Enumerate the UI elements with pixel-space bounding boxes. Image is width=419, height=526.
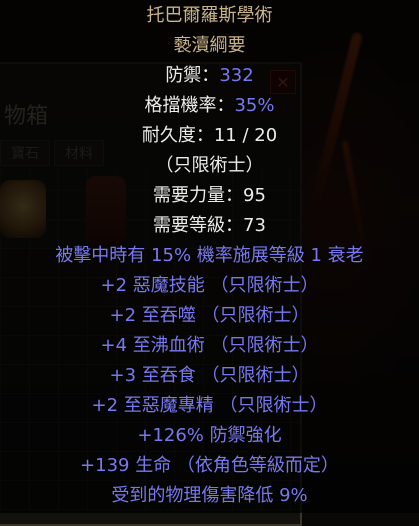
durability-stat: 耐久度：11 / 20	[141, 125, 278, 146]
affix-line: +126% 防禦強化	[137, 425, 282, 446]
block-stat: 格擋機率：35%	[0, 94, 419, 118]
item-tooltip: 托巴爾羅斯學術 褻瀆綱要 防禦：332 格擋機率：35% 耐久度：11 / 20…	[0, 0, 419, 513]
affix-line: +139 生命 （依角色等級而定）	[80, 455, 339, 476]
defense-value: 332	[219, 65, 254, 86]
item-name: 托巴爾羅斯學術	[146, 5, 273, 26]
required-strength: 需要力量：95	[153, 185, 266, 206]
required-level: 需要等級：73	[153, 215, 266, 236]
block-value: 35%	[234, 95, 275, 116]
defense-label: 防禦：	[165, 65, 220, 86]
affix-line: +2 至惡魔專精 （只限術士）	[91, 395, 328, 416]
affix-line: 被擊中時有 15% 機率施展等級 1 衰老	[55, 245, 364, 266]
affix-line: 受到的物理傷害降低 9%	[111, 485, 308, 506]
item-base-type: 褻瀆綱要	[173, 35, 246, 56]
affix-line: +2 至吞噬 （只限術士）	[109, 305, 310, 326]
affix-line: +4 至沸血術 （只限術士）	[100, 335, 319, 356]
class-restriction: （只限術士）	[155, 155, 264, 176]
affix-line: +3 至吞食 （只限術士）	[109, 365, 310, 386]
affix-line: +2 惡魔技能 （只限術士）	[100, 275, 319, 296]
block-label: 格擋機率：	[144, 95, 235, 116]
defense-stat: 防禦：332	[0, 64, 419, 88]
